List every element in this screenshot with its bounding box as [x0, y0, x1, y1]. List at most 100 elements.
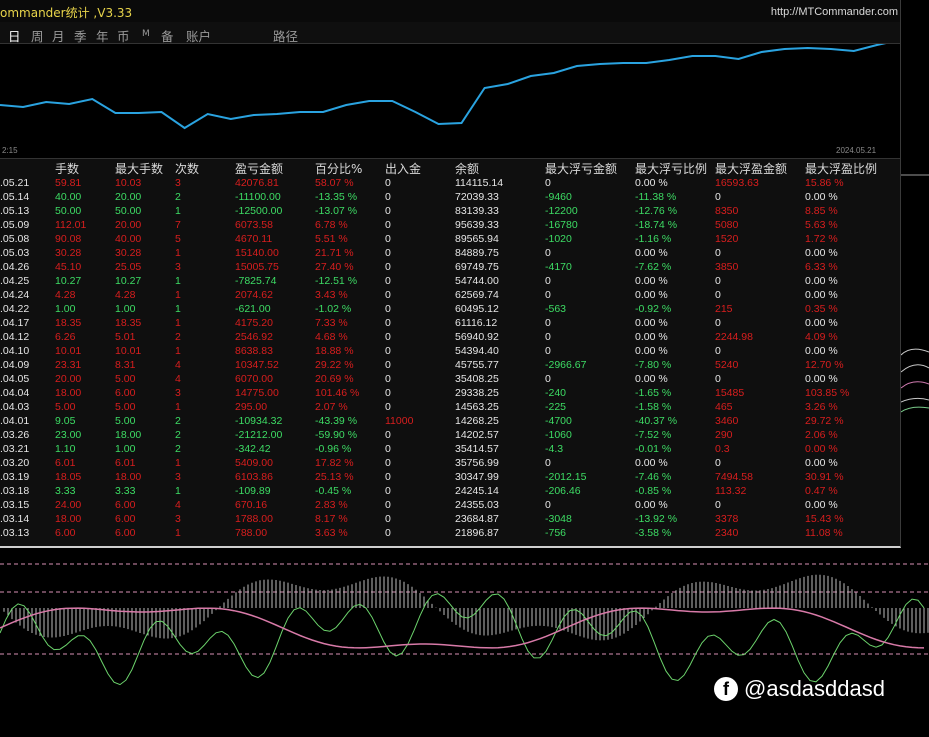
- table-row[interactable]: .05.09 112.01 20.00 7 6073.58 6.78 % 0 95639.33…: [0, 218, 900, 232]
- row-count: 7: [175, 219, 181, 231]
- row-max-lots: 10.03: [115, 177, 142, 189]
- table-row[interactable]: .04.25 10.27 10.27 1 -7825.74 -12.51 % 0 54744.…: [0, 274, 900, 288]
- table-row[interactable]: .04.22 1.00 1.00 1 -621.00 -1.02 % 0 60495.12 -5…: [0, 302, 900, 316]
- row-deposit: 0: [385, 219, 391, 231]
- table-row[interactable]: .03.15 24.00 6.00 4 670.16 2.83 % 0 24355.03 0 0.…: [0, 498, 900, 512]
- row-max-float-profit: 0: [715, 499, 721, 511]
- table-row[interactable]: .04.05 20.00 5.00 4 6070.00 20.69 % 0 35408.25 0…: [0, 372, 900, 386]
- table-row[interactable]: .03.18 3.33 3.33 1 -109.89 -0.45 % 0 24245.14 -2…: [0, 484, 900, 498]
- header-max-float-profit-pct[interactable]: 最大浮盈比例: [805, 160, 877, 177]
- header-max-float-profit[interactable]: 最大浮盈金额: [715, 160, 787, 177]
- row-percent: 20.69 %: [315, 373, 354, 385]
- row-max-drawdown-pct: 0.00 %: [635, 177, 668, 189]
- row-date: .04.26: [0, 261, 30, 273]
- row-date: .04.22: [0, 303, 30, 315]
- table-row[interactable]: .03.13 6.00 6.00 1 788.00 3.63 % 0 21896.87 -756…: [0, 526, 900, 540]
- row-pnl: -109.89: [235, 485, 271, 497]
- row-pnl: -11100.00: [235, 191, 281, 203]
- row-max-float-profit-pct: 0.35 %: [805, 303, 838, 315]
- row-max-drawdown-pct: -18.74 %: [635, 219, 678, 231]
- header-pnl[interactable]: 盈亏金额: [235, 160, 283, 177]
- table-row[interactable]: .05.14 40.00 20.00 2 -11100.00 -13.35 % 0 72039…: [0, 190, 900, 204]
- row-count: 2: [175, 415, 181, 427]
- row-deposit: 0: [385, 247, 391, 259]
- table-row[interactable]: .05.03 30.28 30.28 1 15140.00 21.71 % 0 84889.7…: [0, 246, 900, 260]
- row-max-float-profit: 8350: [715, 205, 739, 217]
- table-row[interactable]: .04.10 10.01 10.01 1 8638.83 18.88 % 0 54394.40…: [0, 344, 900, 358]
- row-max-drawdown-pct: -13.92 %: [635, 513, 678, 525]
- header-max-drawdown[interactable]: 最大浮亏金额: [545, 160, 617, 177]
- period-tabs: 日 周 月 季 年 币 M 备 账户 路径: [0, 24, 900, 44]
- row-deposit: 0: [385, 331, 391, 343]
- row-pnl: 788.00: [235, 527, 268, 539]
- row-count: 1: [175, 457, 181, 469]
- header-percent[interactable]: 百分比%: [315, 160, 362, 177]
- row-balance: 95639.33: [455, 219, 499, 231]
- table-row[interactable]: .05.08 90.08 40.00 5 4670.11 5.51 % 0 89565.94 -…: [0, 232, 900, 246]
- row-max-float-profit-pct: 0.00 %: [805, 275, 838, 287]
- row-balance: 69749.75: [455, 261, 499, 273]
- row-date: .03.19: [0, 471, 30, 483]
- table-row[interactable]: .03.21 1.10 1.00 2 -342.42 -0.96 % 0 35414.57 -4…: [0, 442, 900, 456]
- row-deposit: 0: [385, 443, 391, 455]
- row-lots: 112.01: [55, 219, 87, 231]
- header-lots[interactable]: 手数: [55, 160, 79, 177]
- header-deposit[interactable]: 出入金: [385, 160, 421, 177]
- row-max-lots: 8.31: [115, 359, 136, 371]
- row-count: 1: [175, 401, 181, 413]
- table-row[interactable]: .04.09 23.31 8.31 4 10347.52 29.22 % 0 45755.77…: [0, 358, 900, 372]
- table-row[interactable]: .05.13 50.00 50.00 1 -12500.00 -13.07 % 0 83139…: [0, 204, 900, 218]
- row-deposit: 0: [385, 345, 391, 357]
- row-max-lots: 10.01: [115, 345, 142, 357]
- row-max-drawdown-pct: -1.58 %: [635, 401, 672, 413]
- table-row[interactable]: .05.21 59.81 10.03 3 42076.81 58.07 % 0 114115.…: [0, 176, 900, 190]
- row-date: .05.21: [0, 177, 30, 189]
- table-row[interactable]: .03.20 6.01 6.01 1 5409.00 17.82 % 0 35756.99 0 0…: [0, 456, 900, 470]
- table-row[interactable]: .04.03 5.00 5.00 1 295.00 2.07 % 0 14563.25 -225…: [0, 400, 900, 414]
- tab-m[interactable]: M: [142, 29, 150, 39]
- row-count: 3: [175, 471, 181, 483]
- row-date: .05.09: [0, 219, 30, 231]
- table-row[interactable]: .03.19 18.05 18.00 3 6103.86 25.13 % 0 30347.99…: [0, 470, 900, 484]
- row-max-drawdown-pct: -40.37 %: [635, 415, 678, 427]
- table-row[interactable]: .04.04 18.00 6.00 3 14775.00 101.46 % 0 29338.2…: [0, 386, 900, 400]
- row-lots: 4.28: [55, 289, 76, 301]
- table-row[interactable]: .03.26 23.00 18.00 2 -21212.00 -59.90 % 0 14202…: [0, 428, 900, 442]
- table-row[interactable]: .04.24 4.28 4.28 1 2074.62 3.43 % 0 62569.74 0 0.…: [0, 288, 900, 302]
- row-max-lots: 5.00: [115, 415, 136, 427]
- row-max-drawdown-pct: 0.00 %: [635, 457, 668, 469]
- table-row[interactable]: .04.17 18.35 18.35 1 4175.20 7.33 % 0 61116.12 0…: [0, 316, 900, 330]
- row-count: 4: [175, 359, 181, 371]
- table-row[interactable]: .04.12 6.26 5.01 2 2546.92 4.68 % 0 56940.92 0 0.…: [0, 330, 900, 344]
- row-max-lots: 6.00: [115, 527, 136, 539]
- header-max-lots[interactable]: 最大手数: [115, 160, 163, 177]
- header-max-drawdown-pct[interactable]: 最大浮亏比例: [635, 160, 707, 177]
- row-max-float-profit-pct: 1.72 %: [805, 233, 838, 245]
- title-bar: ommander统计 ,V3.33 http://MTCommander.com: [0, 0, 900, 22]
- row-count: 3: [175, 513, 181, 525]
- row-max-float-profit-pct: 5.63 %: [805, 219, 838, 231]
- header-count[interactable]: 次数: [175, 160, 199, 177]
- row-max-drawdown: -2966.67: [545, 359, 587, 371]
- row-balance: 45755.77: [455, 359, 499, 371]
- table-row[interactable]: .03.14 18.00 6.00 3 1788.00 8.17 % 0 23684.87 -3…: [0, 512, 900, 526]
- header-balance[interactable]: 余额: [455, 160, 479, 177]
- website-link[interactable]: http://MTCommander.com: [771, 6, 898, 18]
- row-date: .04.05: [0, 373, 30, 385]
- row-percent: -1.02 %: [315, 303, 352, 315]
- row-pnl: 15005.75: [235, 261, 279, 273]
- row-max-lots: 50.00: [115, 205, 142, 217]
- row-max-float-profit-pct: 4.09 %: [805, 331, 838, 343]
- row-balance: 54394.40: [455, 345, 499, 357]
- facebook-icon: f: [714, 677, 738, 701]
- row-percent: 58.07 %: [315, 177, 354, 189]
- row-percent: -0.96 %: [315, 443, 352, 455]
- row-percent: 8.17 %: [315, 513, 348, 525]
- table-row[interactable]: .04.01 9.05 5.00 2 -10934.32 -43.39 % 11000 142…: [0, 414, 900, 428]
- row-pnl: -7825.74: [235, 275, 277, 287]
- row-deposit: 0: [385, 359, 391, 371]
- row-max-drawdown: 0: [545, 499, 551, 511]
- table-row[interactable]: .04.26 45.10 25.05 3 15005.75 27.40 % 0 69749.7…: [0, 260, 900, 274]
- row-date: .04.12: [0, 331, 30, 343]
- row-lots: 20.00: [55, 373, 82, 385]
